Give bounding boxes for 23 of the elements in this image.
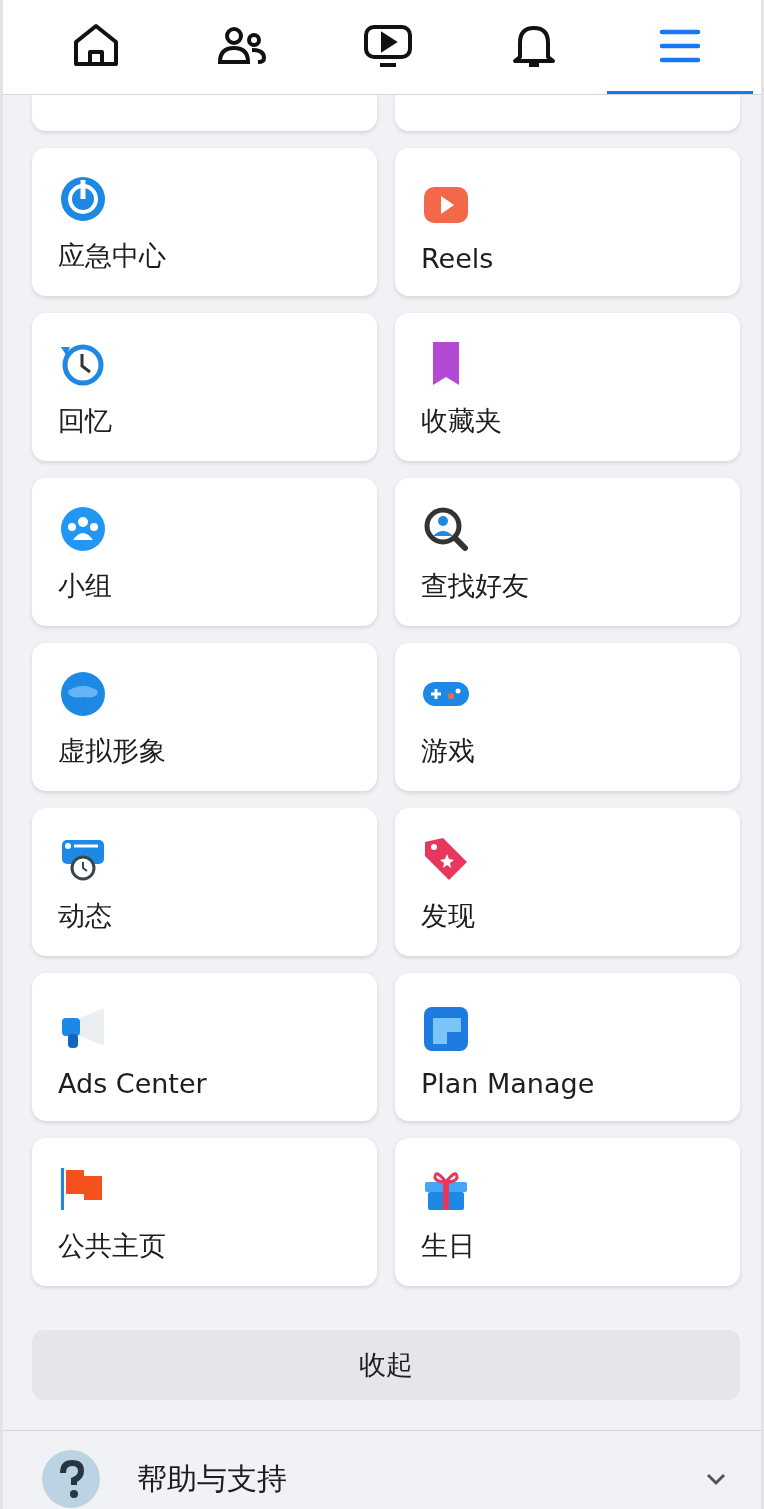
video-icon — [363, 23, 413, 68]
shortcut-card[interactable]: 动态 — [32, 808, 377, 956]
shortcut-card[interactable]: 收藏夹 — [395, 313, 740, 461]
collapse-button[interactable]: 收起 — [32, 1330, 740, 1400]
menu-icon — [658, 27, 702, 64]
help-support-row[interactable]: 帮助与支持 — [3, 1430, 761, 1509]
group-icon — [58, 504, 108, 554]
shortcut-card[interactable]: Reels — [395, 148, 740, 296]
help-icon — [41, 1449, 101, 1509]
shortcut-card[interactable]: 游戏 — [395, 643, 740, 791]
help-support-label: 帮助与支持 — [137, 1459, 288, 1498]
friends-icon — [216, 25, 268, 66]
shortcut-card[interactable]: 回忆 — [32, 313, 377, 461]
shortcut-card[interactable]: Plan Manage — [395, 973, 740, 1121]
shortcut-card[interactable]: Ads Center — [32, 973, 377, 1121]
shortcut-card[interactable]: 小组 — [32, 478, 377, 626]
shortcut-card[interactable]: 应急中心 — [32, 148, 377, 296]
shortcut-card[interactable]: 发现 — [395, 808, 740, 956]
shortcut-card[interactable]: 虚拟形象 — [32, 643, 377, 791]
shortcut-card[interactable]: 生日 — [395, 1138, 740, 1286]
shortcut-card[interactable]: 查找好友 — [395, 478, 740, 626]
chevron-icon — [705, 1472, 727, 1486]
shortcut-card[interactable]: 公共主页 — [32, 1138, 377, 1286]
